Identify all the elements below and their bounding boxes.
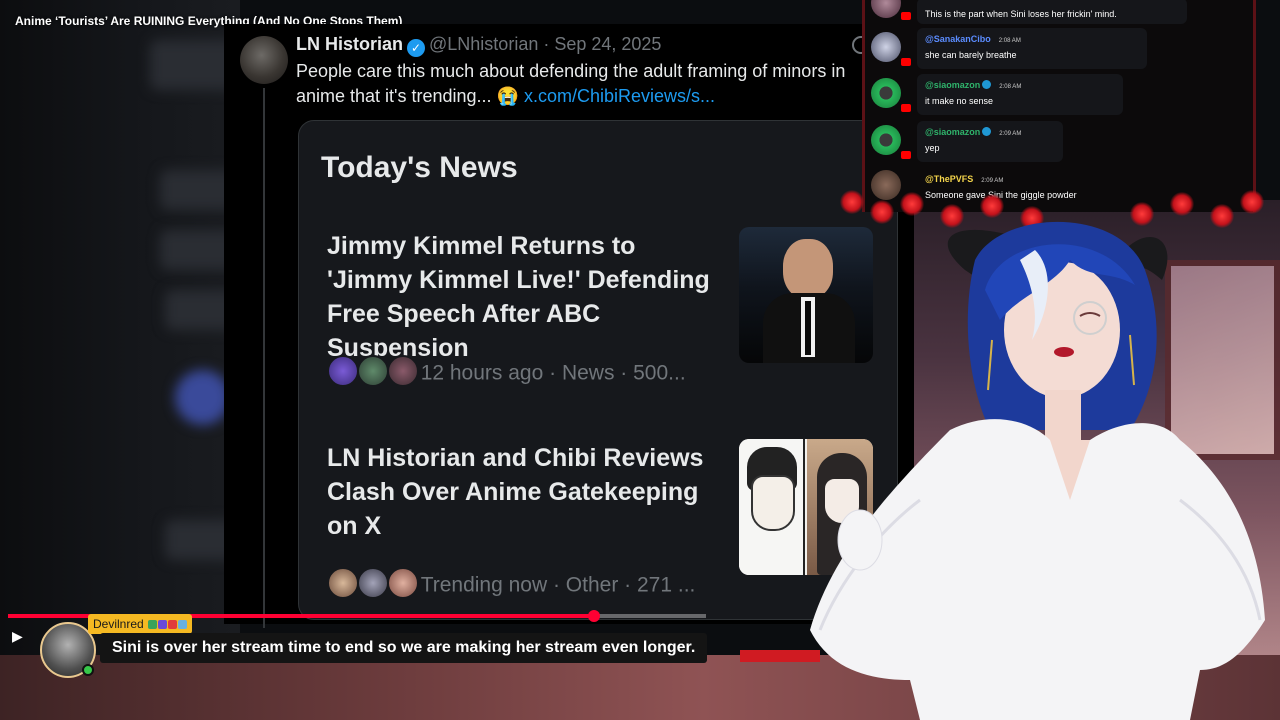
chat-overlay: This is the part when Sini loses her fri… [862, 0, 1256, 212]
chat-text: This is the part when Sini loses her fri… [925, 9, 1117, 19]
chat-username[interactable]: @siaomazon 2:08 AM [925, 80, 1115, 90]
blur-shape [175, 370, 230, 425]
donor-username: Devilnred [93, 617, 144, 631]
news-item-title[interactable]: LN Historian and Chibi Reviews Clash Ove… [327, 441, 727, 543]
tweet-handle[interactable]: @LNhistorian [429, 34, 538, 54]
youtube-badge-icon [901, 151, 911, 159]
news-item-meta: Trending now · Other · 271 ... [327, 567, 695, 605]
chat-username[interactable]: @ThePVFS 2:09 AM [925, 174, 1159, 184]
source-avatars [327, 355, 419, 393]
chat-username[interactable]: @SanakanCibo 2:08 AM [925, 34, 1139, 44]
source-avatar [356, 567, 389, 599]
play-icon[interactable]: ▶ [12, 628, 28, 644]
chat-username-text[interactable]: @siaomazon [925, 127, 980, 137]
badge-icon [178, 620, 188, 629]
white-shirt [810, 419, 1265, 720]
chat-text: she can barely breathe [925, 50, 1017, 60]
chat-avatar [871, 78, 901, 108]
badge-icon [168, 620, 178, 629]
news-item-meta: 12 hours ago · News · 500... [327, 355, 686, 393]
member-badge-icon [982, 127, 992, 136]
chat-timestamp: 2:08 AM [999, 84, 1022, 90]
chat-timestamp: 2:09 AM [999, 131, 1022, 137]
verified-badge-icon: ✓ [407, 39, 426, 57]
donor-message: Sini is over her stream time to end so w… [100, 633, 708, 663]
source-avatar [327, 567, 359, 599]
news-item[interactable]: LN Historian and Chibi Reviews Clash Ove… [327, 441, 727, 543]
chat-message: @siaomazon 2:08 AM it make no sense [917, 74, 1123, 115]
donor-name-tag: Devilnred [88, 614, 193, 634]
tweet-author-name[interactable]: LN Historian [296, 34, 403, 54]
chat-text: it make no sense [925, 96, 994, 106]
chat-avatar [871, 32, 901, 62]
chat-timestamp: 2:08 AM [998, 38, 1021, 44]
source-avatar [327, 355, 359, 387]
badge-icon [148, 620, 158, 629]
vtuber-avatar [810, 221, 1265, 720]
chat-username-text[interactable]: @ThePVFS [925, 174, 973, 184]
chat-username[interactable]: @siaomazon 2:09 AM [925, 127, 1055, 137]
source-avatar [356, 355, 389, 387]
source-avatars [327, 567, 419, 605]
online-indicator [82, 664, 94, 676]
badge-icon [158, 620, 168, 629]
sleeve-cuff [837, 509, 883, 571]
meta-separator: · [538, 34, 555, 54]
tweet-body: People care this much about defending th… [296, 59, 866, 109]
chat-username-text[interactable]: @siaomazon [925, 80, 980, 90]
news-heading: Today's News [321, 151, 518, 184]
news-item[interactable]: Jimmy Kimmel Returns to 'Jimmy Kimmel Li… [327, 229, 727, 365]
youtube-badge-icon [901, 12, 911, 20]
chat-avatar [871, 0, 901, 18]
news-meta-text: Trending now · Other · 271 ... [420, 573, 696, 597]
chat-avatar [871, 125, 901, 155]
tweet-author-avatar[interactable] [240, 36, 288, 84]
chat-message: @SanakanCibo 2:08 AM she can barely breat… [917, 28, 1147, 69]
neck [1045, 390, 1081, 440]
chat-text: yep [925, 143, 940, 153]
chat-message: @siaomazon 2:09 AM yep [917, 121, 1063, 162]
thumbnail-face [751, 475, 795, 531]
source-avatar [386, 355, 419, 387]
youtube-badge-icon [901, 58, 911, 66]
member-badge-icon [982, 80, 992, 89]
mouth [1054, 347, 1074, 357]
youtube-badge-icon [901, 104, 911, 112]
tweet-date[interactable]: Sep 24, 2025 [554, 34, 661, 54]
thread-line [263, 88, 265, 628]
tweet-header: LN Historian ✓ @LNhistorian · Sep 24, 2025 [296, 34, 661, 57]
source-avatar [386, 567, 419, 599]
news-item-title[interactable]: Jimmy Kimmel Returns to 'Jimmy Kimmel Li… [327, 229, 727, 365]
chat-timestamp: 2:09 AM [981, 178, 1004, 184]
tweet-link[interactable]: x.com/ChibiReviews/s... [524, 86, 715, 106]
chat-message: This is the part when Sini loses her fri… [917, 0, 1187, 24]
news-meta-text: 12 hours ago · News · 500... [420, 361, 686, 385]
chat-username-text[interactable]: @SanakanCibo [925, 34, 991, 44]
blurred-background [0, 0, 240, 720]
